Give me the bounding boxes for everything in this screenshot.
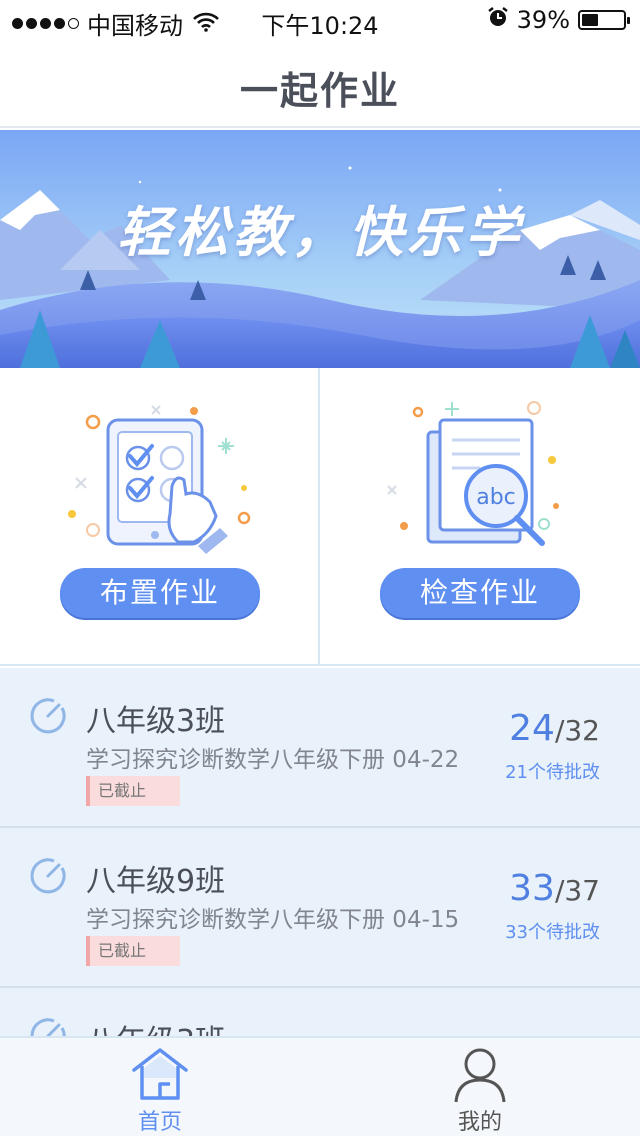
banner-slogan: 轻松教，快乐学 (117, 200, 523, 264)
list-item[interactable]: 八年级3班 学习探究诊断数学八年级下册 04-22 已截止 24/32 21个待… (0, 668, 640, 828)
homework-list[interactable]: 八年级3班 学习探究诊断数学八年级下册 04-22 已截止 24/32 21个待… (0, 668, 640, 1036)
check-homework-card[interactable]: abc 检查作业 (320, 368, 640, 664)
illustration-abc-text: abc (476, 485, 516, 510)
timer-icon (30, 858, 66, 894)
battery-percent: 39% (516, 6, 570, 34)
home-icon (132, 1048, 188, 1100)
document-magnifier-icon: abc (387, 401, 559, 546)
status-bar: 中国移动 下午10:24 39% (0, 0, 640, 40)
status-badge: 已截止 (86, 776, 180, 806)
assign-homework-card[interactable]: 布置作业 (0, 368, 320, 664)
timer-icon (30, 1018, 66, 1036)
status-right: 39% (487, 6, 630, 34)
status-badge: 已截止 (86, 936, 180, 966)
battery-level (582, 14, 598, 26)
class-name: 八年级9班 (86, 864, 226, 899)
banner[interactable]: 轻松教，快乐学 (0, 130, 640, 368)
class-name: 八年级3班 (86, 1016, 225, 1036)
submission-count: 24/32 (509, 708, 600, 749)
submitted-count: 24 (509, 708, 555, 749)
homework-description: 学习探究诊断数学八年级下册 04-15 (86, 907, 460, 933)
pending-review-count: 33个待批改 (505, 922, 600, 943)
navigation-bar: 一起作业 (0, 40, 640, 128)
homework-description: 学习探究诊断数学八年级下册 04-22 (86, 747, 460, 773)
tablet-checklist-icon (68, 405, 251, 554)
tab-profile-label: 我的 (457, 1110, 502, 1135)
total-count: /32 (554, 714, 600, 747)
tab-bar: 首页 我的 (0, 1036, 640, 1136)
pending-review-count: 21个待批改 (505, 762, 600, 783)
action-panel: 布置作业 abc 检查作业 (0, 368, 640, 666)
submitted-count: 33 (509, 868, 555, 909)
class-name: 八年级3班 (86, 704, 226, 739)
assign-homework-button[interactable]: 布置作业 (60, 568, 260, 618)
page-title: 一起作业 (239, 69, 400, 113)
tab-home-label: 首页 (137, 1110, 182, 1135)
tab-home[interactable]: 首页 (0, 1038, 320, 1136)
user-icon (454, 1048, 506, 1103)
alarm-icon (487, 6, 509, 34)
timer-icon (30, 698, 66, 734)
check-homework-button[interactable]: 检查作业 (380, 568, 580, 618)
total-count: /37 (554, 874, 600, 907)
list-item[interactable]: 八年级9班 学习探究诊断数学八年级下册 04-15 已截止 33/37 33个待… (0, 828, 640, 988)
battery-icon (578, 10, 630, 30)
tab-profile[interactable]: 我的 (320, 1038, 640, 1136)
list-item[interactable]: 八年级3班 (0, 988, 640, 1036)
submission-count: 33/37 (509, 868, 600, 909)
